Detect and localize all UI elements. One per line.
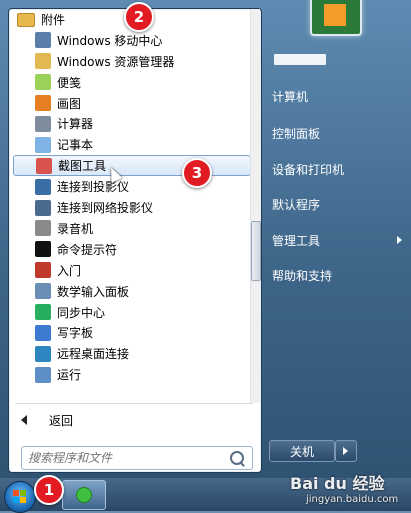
scissors-icon — [36, 157, 52, 174]
programs-scrollbar[interactable] — [250, 9, 261, 403]
program-label: 录音机 — [57, 221, 94, 236]
right-item-label: 默认程序 — [272, 197, 321, 212]
microphone-icon — [35, 220, 51, 237]
right-item-label: 计算机 — [272, 89, 309, 104]
folder-explorer-icon — [35, 53, 51, 70]
program-label: 连接到网络投影仪 — [57, 201, 154, 216]
program-item-run[interactable]: 运行 — [13, 364, 251, 385]
shutdown-button[interactable]: 关机 — [269, 440, 335, 462]
right-item-admin-tools[interactable]: 管理工具 — [272, 228, 402, 252]
back-button[interactable]: 返回 — [13, 409, 251, 431]
program-label: 写字板 — [57, 326, 94, 341]
program-item-getting-started[interactable]: 入门 — [13, 260, 251, 281]
program-item-snipping-tool[interactable]: 截图工具 — [13, 155, 251, 177]
step-badge-2: 2 — [124, 2, 154, 32]
program-label: 计算器 — [57, 117, 94, 132]
watermark-url: jingyan.baidu.com — [306, 494, 399, 505]
user-picture[interactable] — [310, 0, 362, 36]
program-item-connect-network-projector[interactable]: 连接到网络投影仪 — [13, 197, 251, 218]
sticky-note-icon — [35, 74, 51, 91]
program-label: 远程桌面连接 — [57, 347, 130, 362]
remote-desktop-icon — [35, 345, 51, 362]
run-icon — [35, 366, 51, 383]
network-projector-icon — [35, 199, 51, 216]
program-item-sound-recorder[interactable]: 录音机 — [13, 218, 251, 239]
program-label: Windows 资源管理器 — [57, 54, 175, 69]
program-label: 入门 — [57, 263, 82, 278]
projector-icon — [35, 178, 51, 195]
programs-panel: 附件 Windows 移动中心 Windows 资源管理器 便笺画图计算器记事本截图工… — [8, 8, 262, 473]
program-item-wordpad[interactable]: 写字板 — [13, 322, 251, 343]
taskbar-app-button[interactable] — [62, 480, 106, 510]
programs-list: 附件 Windows 移动中心 Windows 资源管理器 便笺画图计算器记事本截图工… — [13, 9, 251, 403]
program-item-windows-explorer[interactable]: Windows 资源管理器 — [13, 51, 251, 72]
right-item-devices-printers[interactable]: 设备和打印机 — [272, 157, 402, 181]
program-label: 命令提示符 — [57, 242, 118, 257]
program-label: 连接到投影仪 — [57, 180, 130, 195]
wordpad-icon — [35, 324, 51, 341]
scrollbar-thumb[interactable] — [251, 221, 261, 281]
sync-icon — [35, 304, 51, 321]
program-item-notepad[interactable]: 记事本 — [13, 134, 251, 155]
start-button[interactable] — [4, 481, 36, 513]
shutdown-options-button[interactable] — [335, 440, 357, 462]
back-label: 返回 — [49, 413, 74, 428]
program-label: 同步中心 — [57, 305, 106, 320]
program-label: 便笺 — [57, 75, 82, 90]
start-menu: 附件 Windows 移动中心 Windows 资源管理器 便笺画图计算器记事本截图工… — [0, 0, 411, 478]
program-label: 画图 — [57, 96, 82, 111]
folder-icon — [17, 13, 35, 28]
search-icon[interactable] — [230, 451, 244, 465]
submenu-arrow-icon — [397, 236, 402, 244]
program-label: 截图工具 — [58, 159, 107, 174]
program-label: 数学输入面板 — [57, 284, 130, 299]
program-item-command-prompt[interactable]: 命令提示符 — [13, 239, 251, 260]
right-item-help-support[interactable]: 帮助和支持 — [272, 263, 402, 287]
shutdown-label: 关机 — [289, 444, 314, 459]
search-input[interactable] — [22, 450, 220, 466]
right-item-label: 管理工具 — [272, 233, 321, 248]
paint-icon — [35, 95, 51, 111]
divider — [15, 403, 253, 404]
right-panel: 计算机控制面板设备和打印机 默认程序管理工具帮助和支持 关机 — [262, 0, 411, 478]
calculator-icon — [35, 115, 51, 132]
program-item-windows-mobility-center[interactable]: Windows 移动中心 — [13, 30, 251, 51]
watermark-brand: Bai du 经验 — [290, 474, 385, 493]
program-item-sticky-notes[interactable]: 便笺 — [13, 72, 251, 93]
program-label: 运行 — [57, 368, 82, 383]
math-input-icon — [35, 283, 51, 300]
getting-started-icon — [35, 262, 51, 279]
right-item-label: 帮助和支持 — [272, 268, 333, 283]
program-item-paint[interactable]: 画图 — [13, 93, 251, 114]
right-item-default-programs[interactable]: 默认程序 — [272, 192, 402, 216]
program-label: Windows 移动中心 — [57, 33, 163, 48]
program-item-connect-projector[interactable]: 连接到投影仪 — [13, 176, 251, 197]
step-badge-1: 1 — [34, 475, 64, 505]
program-label: 附件 — [41, 12, 66, 27]
back-arrow-icon — [21, 415, 27, 425]
program-item-remote-desktop[interactable]: 远程桌面连接 — [13, 343, 251, 364]
program-item-math-input-panel[interactable]: 数学输入面板 — [13, 281, 251, 302]
user-name-redacted[interactable] — [274, 54, 326, 65]
search-box[interactable] — [21, 446, 253, 470]
right-item-label: 设备和打印机 — [272, 162, 345, 177]
program-label: 记事本 — [57, 138, 94, 153]
mobility-center-icon — [35, 32, 51, 49]
notepad-icon — [35, 136, 51, 153]
right-item-label: 控制面板 — [272, 126, 321, 141]
right-item-control-panel[interactable]: 控制面板 — [272, 121, 402, 145]
program-item-sync-center[interactable]: 同步中心 — [13, 302, 251, 323]
cmd-icon — [35, 241, 51, 258]
right-item-computer[interactable]: 计算机 — [272, 84, 402, 108]
step-badge-3: 3 — [182, 158, 212, 188]
program-item-calculator[interactable]: 计算器 — [13, 113, 251, 134]
